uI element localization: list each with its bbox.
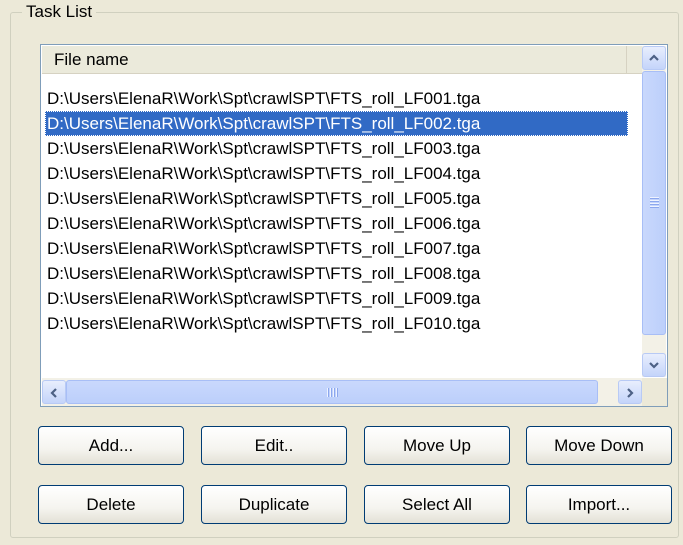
list-item[interactable]: D:\Users\ElenaR\Work\Spt\crawlSPT\FTS_ro… xyxy=(45,161,628,186)
chevron-left-icon xyxy=(50,388,57,398)
grip-icon xyxy=(327,388,338,397)
list-item[interactable]: D:\Users\ElenaR\Work\Spt\crawlSPT\FTS_ro… xyxy=(45,261,628,286)
file-list[interactable]: File name D:\Users\ElenaR\Work\Spt\crawl… xyxy=(40,44,668,407)
vertical-scrollbar[interactable] xyxy=(642,46,666,377)
list-item[interactable]: D:\Users\ElenaR\Work\Spt\crawlSPT\FTS_ro… xyxy=(45,311,628,336)
select-all-button[interactable]: Select All xyxy=(364,485,510,524)
add-button[interactable]: Add... xyxy=(38,426,184,465)
list-header: File name xyxy=(42,46,642,74)
scroll-corner xyxy=(642,378,667,406)
chevron-up-icon xyxy=(649,54,659,61)
list-item[interactable]: D:\Users\ElenaR\Work\Spt\crawlSPT\FTS_ro… xyxy=(45,111,628,136)
list-item[interactable]: D:\Users\ElenaR\Work\Spt\crawlSPT\FTS_ro… xyxy=(45,211,628,236)
horizontal-scroll-thumb[interactable] xyxy=(66,380,598,404)
delete-button[interactable]: Delete xyxy=(38,485,184,524)
move-down-button[interactable]: Move Down xyxy=(526,426,672,465)
import-button[interactable]: Import... xyxy=(526,485,672,524)
list-item[interactable]: D:\Users\ElenaR\Work\Spt\crawlSPT\FTS_ro… xyxy=(45,286,628,311)
scroll-right-button[interactable] xyxy=(618,380,642,404)
list-item[interactable]: D:\Users\ElenaR\Work\Spt\crawlSPT\FTS_ro… xyxy=(45,236,628,261)
grip-icon xyxy=(650,197,659,209)
column-header-file-name[interactable]: File name xyxy=(42,46,627,73)
duplicate-button[interactable]: Duplicate xyxy=(201,485,347,524)
list-item[interactable]: D:\Users\ElenaR\Work\Spt\crawlSPT\FTS_ro… xyxy=(45,136,628,161)
scroll-left-button[interactable] xyxy=(42,380,66,404)
vertical-scroll-thumb[interactable] xyxy=(642,71,666,335)
list-rows: D:\Users\ElenaR\Work\Spt\crawlSPT\FTS_ro… xyxy=(45,86,628,336)
edit-button[interactable]: Edit.. xyxy=(201,426,347,465)
scroll-down-button[interactable] xyxy=(642,353,666,377)
scroll-up-button[interactable] xyxy=(642,46,666,70)
move-up-button[interactable]: Move Up xyxy=(364,426,510,465)
group-title: Task List xyxy=(22,2,97,22)
chevron-right-icon xyxy=(627,388,634,398)
list-item[interactable]: D:\Users\ElenaR\Work\Spt\crawlSPT\FTS_ro… xyxy=(45,186,628,211)
list-item[interactable]: D:\Users\ElenaR\Work\Spt\crawlSPT\FTS_ro… xyxy=(45,86,628,111)
horizontal-scrollbar[interactable] xyxy=(42,378,642,406)
chevron-down-icon xyxy=(649,362,659,369)
